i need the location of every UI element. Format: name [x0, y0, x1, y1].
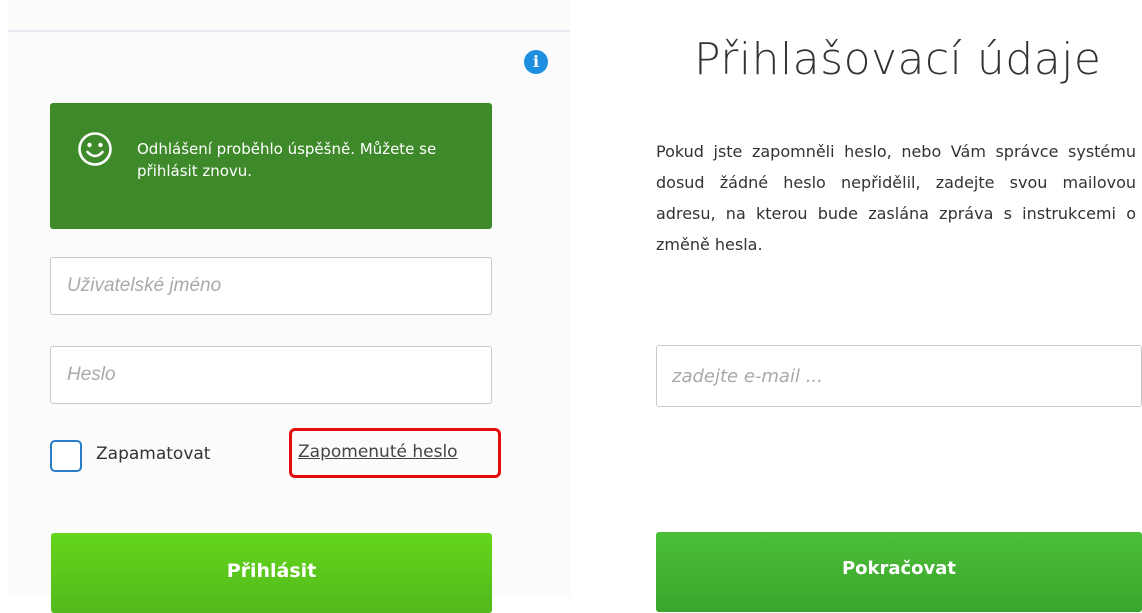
success-alert: Odhlášení proběhlo úspěšně. Můžete se př…	[50, 103, 492, 229]
login-button[interactable]: Přihlásit	[51, 533, 492, 613]
remember-label[interactable]: Zapamatovat	[96, 444, 210, 464]
divider	[8, 30, 570, 32]
info-icon[interactable]: i	[524, 50, 548, 74]
username-input[interactable]	[50, 257, 492, 315]
forgot-password-link[interactable]: Zapomenuté heslo	[298, 442, 458, 462]
remember-checkbox[interactable]	[50, 440, 82, 472]
continue-button[interactable]: Pokračovat	[656, 532, 1142, 612]
alert-message: Odhlášení proběhlo úspěšně. Můžete se př…	[137, 140, 437, 180]
recovery-description: Pokud jste zapomněli heslo, nebo Vám spr…	[656, 142, 1136, 254]
password-input[interactable]	[50, 346, 492, 404]
email-input[interactable]	[656, 345, 1142, 407]
recovery-title: Přihlašovací údaje	[694, 34, 1102, 85]
smiley-face-icon	[78, 132, 112, 166]
